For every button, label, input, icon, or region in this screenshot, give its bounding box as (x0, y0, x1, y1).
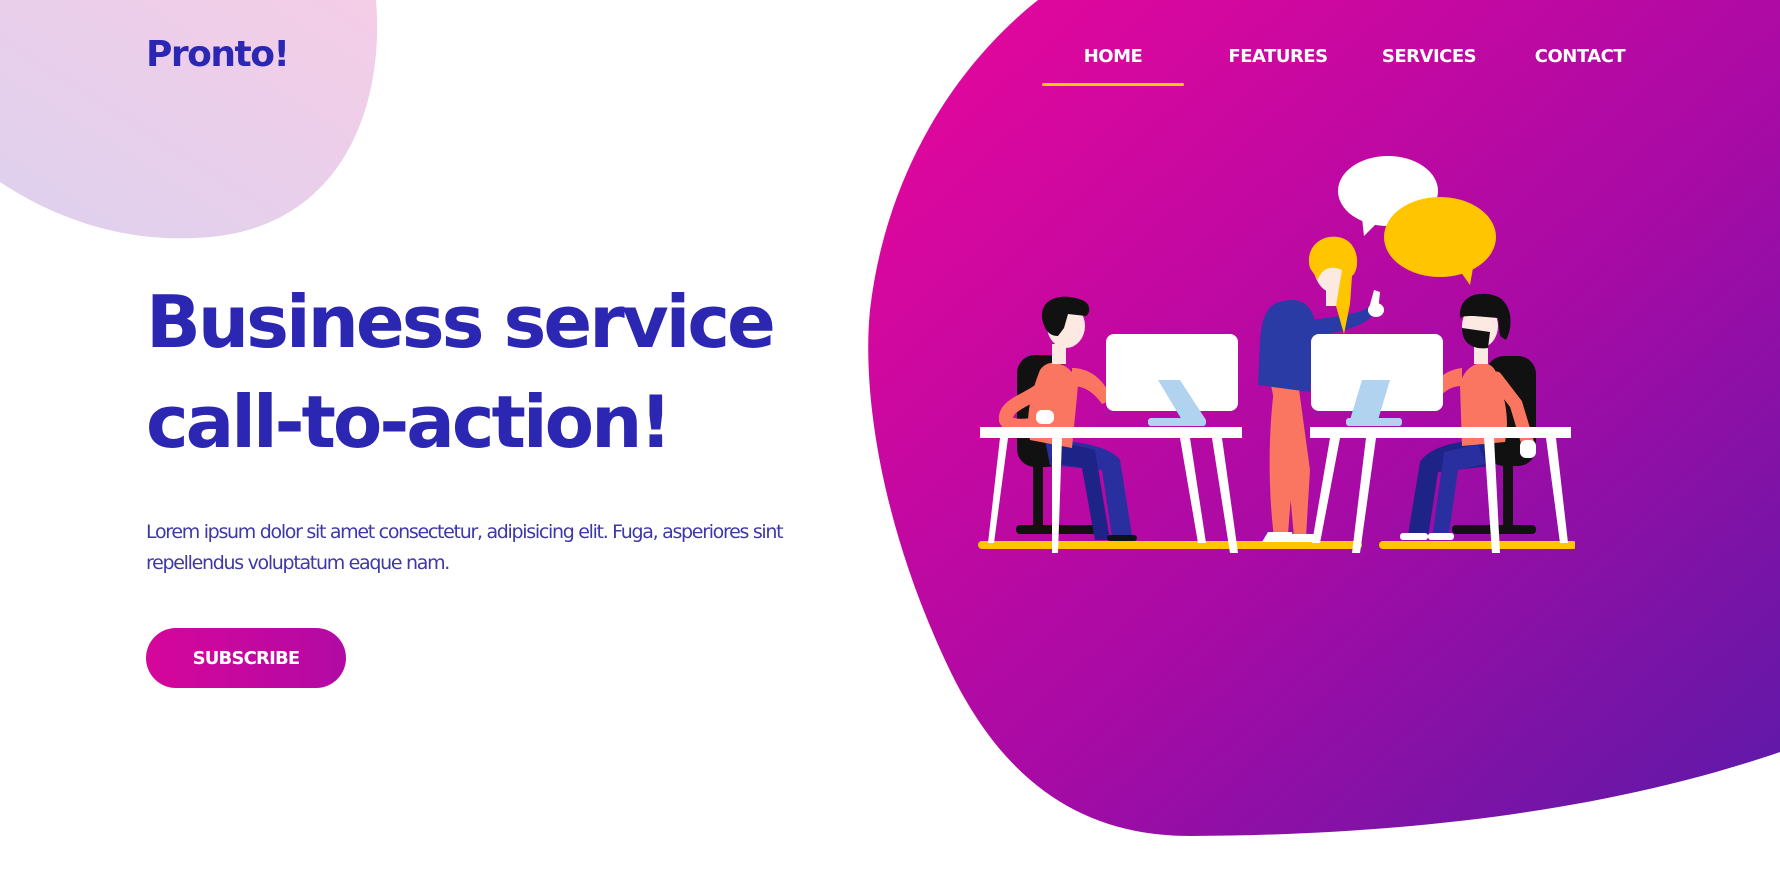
nav-services[interactable]: SERVICES (1369, 46, 1489, 67)
seated-person-right (1400, 293, 1536, 540)
office-illustration (978, 156, 1575, 553)
seated-person-left (999, 296, 1137, 541)
nav-features[interactable]: FEATURES (1217, 46, 1339, 67)
headline-line-2: call-to-action! (146, 380, 672, 464)
subscribe-button[interactable]: SUBSCRIBE (146, 628, 346, 688)
hero-description: Lorem ipsum dolor sit amet consectetur, … (146, 521, 784, 574)
nav-contact[interactable]: CONTACT (1520, 46, 1640, 67)
hero-headline: Business service call-to-action! (146, 272, 776, 472)
nav-home[interactable]: HOME (1042, 46, 1184, 86)
headline-line-1: Business service (146, 280, 776, 364)
monitor-icon (1106, 334, 1238, 426)
monitor-icon (1311, 334, 1443, 426)
brand-logo[interactable]: Pronto! (146, 34, 290, 75)
speech-bubble-icon (1384, 197, 1496, 285)
